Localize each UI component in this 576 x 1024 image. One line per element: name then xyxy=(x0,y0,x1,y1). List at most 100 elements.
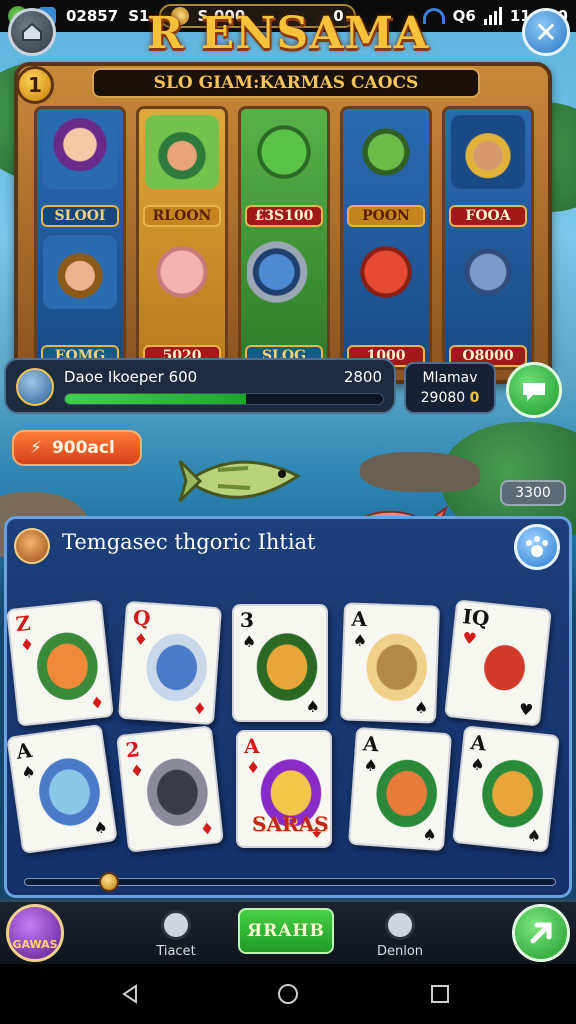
red-fish-symbol xyxy=(349,235,423,309)
close-icon: ✕ xyxy=(534,15,558,49)
card-artwork xyxy=(473,751,552,837)
playing-card[interactable]: Z ♦ ♦ xyxy=(6,599,114,727)
slot-marquee: SLO GIAM:KARMAS CAOCS xyxy=(92,68,480,98)
card-suit-corner: ♥ xyxy=(517,699,535,720)
bearded-man-symbol xyxy=(451,115,525,189)
nav-item-denlon-label: Denlon xyxy=(376,944,424,959)
signal-bars-icon xyxy=(483,7,502,25)
card-rank: 3 xyxy=(240,608,254,632)
card-suit: ♠ xyxy=(242,632,257,651)
card-rank: A xyxy=(351,606,368,632)
panel-avatar xyxy=(14,528,50,564)
green-fish-symbol xyxy=(247,115,321,189)
chat-button[interactable] xyxy=(506,362,562,418)
card-rank: A xyxy=(244,734,260,758)
reel-1[interactable]: SLOOI EOMG xyxy=(34,106,126,370)
sunglasses-man-symbol xyxy=(145,115,219,189)
lightning-icon: ⚡ xyxy=(30,438,42,458)
home-icon xyxy=(22,22,42,41)
playing-card[interactable]: 3 ♠ ♠ xyxy=(232,604,328,722)
recents-icon[interactable] xyxy=(428,982,452,1006)
card-suit-corner: ♦ xyxy=(199,818,216,840)
level-badge: 1 xyxy=(16,66,54,104)
card-suit: ♠ xyxy=(20,761,37,783)
back-icon[interactable] xyxy=(118,982,142,1006)
bonus-button[interactable]: ⚡ 900acl xyxy=(12,430,142,466)
progress-score: 2800 xyxy=(343,368,382,386)
rock-right xyxy=(360,452,480,492)
card-rank: IQ xyxy=(461,604,491,631)
woman-portrait-symbol xyxy=(43,115,117,189)
stat-card: Mlamav 29080 0 xyxy=(404,362,496,414)
reel-4-top-label: POON xyxy=(347,205,425,227)
card-suit: ♠ xyxy=(352,630,368,651)
card-suit-corner: ♠ xyxy=(92,817,109,838)
card-suit: ♠ xyxy=(469,754,486,775)
reel-3[interactable]: £3S100 SLOG xyxy=(238,106,330,370)
shell-symbol xyxy=(145,235,219,309)
home-button[interactable] xyxy=(8,8,56,56)
card-rank: A xyxy=(469,730,488,756)
progress-bar-fill xyxy=(65,394,247,404)
card-suit-corner: ♠ xyxy=(413,697,429,718)
reel-5[interactable]: FOOA O8000 xyxy=(442,106,534,370)
profile-avatar-label: GAWAS xyxy=(12,938,58,951)
card-slider-thumb[interactable] xyxy=(99,872,120,892)
fishing-reel-symbol xyxy=(247,235,321,309)
card-suit-corner: ♠ xyxy=(305,697,320,716)
ticket-icon xyxy=(161,910,191,940)
card-suit-corner: ♠ xyxy=(421,824,438,845)
side-counter: 3300 xyxy=(500,480,566,506)
card-rank: 2 xyxy=(124,737,141,763)
card-rank: Q xyxy=(132,605,152,631)
fishing-rod-icon xyxy=(16,368,54,406)
playing-card[interactable]: A ♦ ♦ SARAS xyxy=(236,730,332,848)
card-rank: Z xyxy=(14,610,32,637)
playing-card[interactable]: A ♠ ♠ xyxy=(6,723,118,855)
reel-1-top-label: SLOOI xyxy=(41,205,119,227)
close-button[interactable]: ✕ xyxy=(522,8,570,56)
card-suit-corner: ♦ xyxy=(89,692,106,714)
progress-name: Daoe Ikoeper 600 xyxy=(64,368,198,386)
play-button[interactable]: ЯRAHB xyxy=(238,908,334,954)
reel-4[interactable]: POON 1000 xyxy=(340,106,432,370)
card-suit: ♦ xyxy=(132,629,149,650)
reel-2[interactable]: RLOON 5020 xyxy=(136,106,228,370)
paw-options-button[interactable] xyxy=(514,524,560,570)
card-artwork xyxy=(465,625,544,711)
tackle-box-symbol xyxy=(349,115,423,189)
playing-card[interactable]: A ♠ ♠ xyxy=(339,602,441,724)
card-suit: ♥ xyxy=(461,628,478,649)
stat-label: Mlamav xyxy=(422,370,478,386)
paw-icon xyxy=(526,536,548,557)
playing-card[interactable]: A ♠ ♠ xyxy=(452,725,560,853)
card-suit: ♦ xyxy=(246,758,261,777)
card-caption: SARAS xyxy=(252,812,329,836)
cowboy-portrait-symbol xyxy=(43,235,117,309)
home-circle-icon[interactable] xyxy=(276,982,300,1006)
progress-bar xyxy=(64,393,384,405)
stat-suffix: 0 xyxy=(469,390,480,406)
nav-item-denlon[interactable]: Denlon xyxy=(360,910,440,959)
profile-avatar-button[interactable]: GAWAS xyxy=(6,904,64,962)
card-artwork xyxy=(369,752,445,835)
card-suit: ♠ xyxy=(362,755,379,776)
nav-item-ticket[interactable]: Tiacet xyxy=(136,910,216,959)
playing-card[interactable]: IQ ♥ ♥ xyxy=(444,599,552,727)
menu-icon xyxy=(385,910,415,940)
card-rank: A xyxy=(14,737,34,764)
stat-value-row: 29080 0 xyxy=(406,388,494,408)
arrow-icon xyxy=(530,922,552,944)
android-nav-bar xyxy=(0,964,576,1024)
playing-card[interactable]: Q ♦ ♦ xyxy=(118,600,222,726)
card-artwork xyxy=(360,627,434,708)
nav-item-ticket-label: Tiacet xyxy=(156,944,196,959)
next-button[interactable] xyxy=(512,904,570,962)
playing-card[interactable]: 2 ♦ ♦ xyxy=(116,725,224,853)
card-suit: ♦ xyxy=(128,760,146,782)
card-suit: ♦ xyxy=(18,634,36,656)
card-suit-corner: ♠ xyxy=(525,825,543,846)
playing-card[interactable]: A ♠ ♠ xyxy=(348,726,452,852)
card-rank: A xyxy=(362,731,380,757)
game-title: R ENSAMA xyxy=(146,8,430,59)
